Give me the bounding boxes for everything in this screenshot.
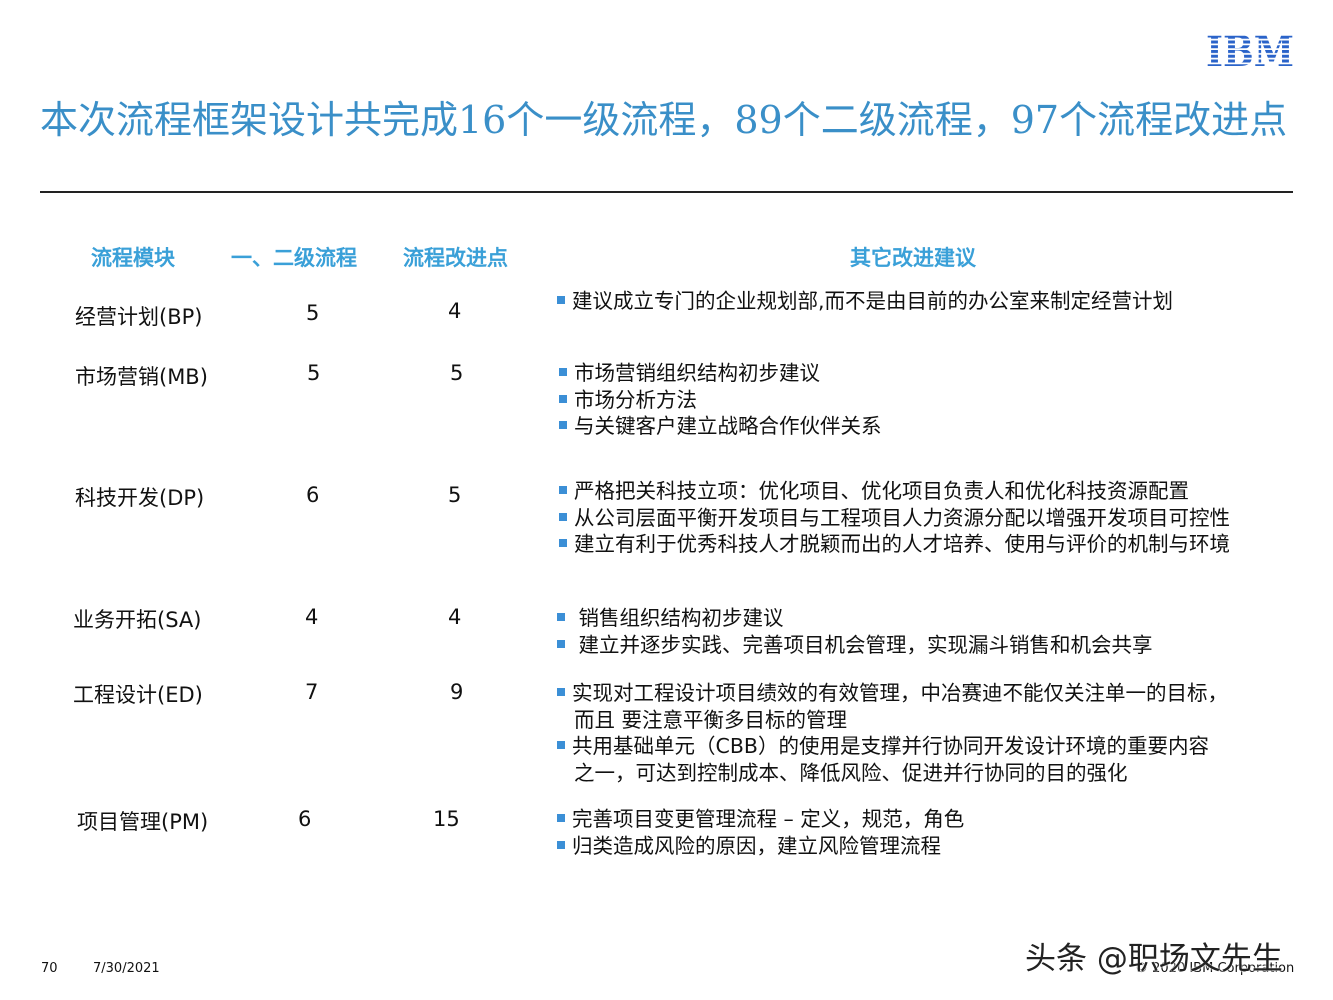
improve-count: 15 xyxy=(433,807,460,831)
suggestion-item: 共用基础单元（CBB）的使用是支撑并行协同开发设计环境的重要内容 xyxy=(557,733,1228,760)
ibm-logo: IBM xyxy=(1206,31,1294,69)
header-module: 流程模块 xyxy=(91,246,175,270)
bullet-icon xyxy=(559,394,567,403)
suggestion-list: 严格把关科技立项：优化项目、优化项目负责人和优化科技资源配置 从公司层面平衡开发… xyxy=(559,478,1230,558)
suggestion-list: 市场营销组织结构初步建议 市场分析方法 与关键客户建立战略合作伙伴关系 xyxy=(559,360,882,440)
suggestion-continuation: 而且 要注意平衡多目标的管理 xyxy=(574,707,848,732)
suggestion-item: 与关键客户建立战略合作伙伴关系 xyxy=(559,413,882,440)
level2-count: 6 xyxy=(306,483,320,507)
suggestion-list: 销售组织结构初步建议 建立并逐步实践、完善项目机会管理，实现漏斗销售和机会共享 xyxy=(557,605,1153,658)
improve-count: 4 xyxy=(448,605,462,629)
module-label: 科技开发(DP) xyxy=(75,486,205,510)
suggestion-item: 市场分析方法 xyxy=(559,387,882,414)
module-label: 项目管理(PM) xyxy=(77,810,209,834)
bullet-icon xyxy=(557,296,565,304)
suggestion-list: 建议成立专门的企业规划部,而不是由目前的办公室来制定经营计划 xyxy=(557,288,1173,315)
header-other: 其它改进建议 xyxy=(850,246,976,270)
bullet-icon xyxy=(559,368,567,376)
suggestion-item: 建立并逐步实践、完善项目机会管理，实现漏斗销售和机会共享 xyxy=(557,632,1153,659)
svg-text:IBM: IBM xyxy=(1206,31,1294,69)
level2-count: 7 xyxy=(305,680,319,704)
suggestion-item: 实现对工程设计项目绩效的有效管理，中冶赛迪不能仅关注单一的目标， xyxy=(557,680,1228,707)
suggestion-item: 建立有利于优秀科技人才脱颖而出的人才培养、使用与评价的机制与环境 xyxy=(559,531,1230,558)
level2-count: 4 xyxy=(305,605,319,629)
bullet-icon xyxy=(557,840,565,849)
bullet-icon xyxy=(559,539,567,547)
suggestion-item: 严格把关科技立项：优化项目、优化项目负责人和优化科技资源配置 xyxy=(559,478,1230,505)
suggestion-item: 从公司层面平衡开发项目与工程项目人力资源分配以增强开发项目可控性 xyxy=(559,505,1230,532)
module-label: 工程设计(ED) xyxy=(73,683,203,707)
improve-count: 5 xyxy=(450,361,464,385)
watermark: 头条 @职场文先生 xyxy=(1025,941,1283,977)
bullet-icon xyxy=(557,613,565,621)
improve-count: 5 xyxy=(448,483,462,507)
module-label: 市场营销(MB) xyxy=(75,365,208,389)
page-number: 70 xyxy=(41,961,58,976)
bullet-icon xyxy=(557,741,565,749)
bullet-icon xyxy=(559,486,567,494)
title-divider xyxy=(40,191,1293,193)
suggestion-item: 市场营销组织结构初步建议 xyxy=(559,360,882,387)
bullet-icon xyxy=(559,421,567,429)
page-title: 本次流程框架设计共完成16个一级流程，89个二级流程，97个流程改进点 xyxy=(40,98,1288,142)
suggestion-list: 实现对工程设计项目绩效的有效管理，中冶赛迪不能仅关注单一的目标， 而且 要注意平… xyxy=(557,680,1228,786)
header-improve: 流程改进点 xyxy=(403,246,508,270)
header-level2: 一、二级流程 xyxy=(231,246,357,270)
module-label: 业务开拓(SA) xyxy=(73,608,202,632)
suggestion-item: 归类造成风险的原因，建立风险管理流程 xyxy=(557,833,964,860)
bullet-icon xyxy=(557,688,565,696)
module-label: 经营计划(BP) xyxy=(75,305,203,329)
footer-date: 7/30/2021 xyxy=(93,961,160,976)
suggestion-list: 完善项目变更管理流程 – 定义，规范，角色 归类造成风险的原因，建立风险管理流程 xyxy=(557,806,964,859)
bullet-icon xyxy=(557,639,565,648)
improve-count: 4 xyxy=(448,299,462,323)
suggestion-item: 完善项目变更管理流程 – 定义，规范，角色 xyxy=(557,806,964,833)
suggestion-continuation: 之一，可达到控制成本、降低风险、促进并行协同的目的强化 xyxy=(574,760,1128,785)
improve-count: 9 xyxy=(450,680,464,704)
level2-count: 5 xyxy=(307,361,321,385)
level2-count: 6 xyxy=(298,807,312,831)
bullet-icon xyxy=(557,814,565,822)
suggestion-item: 建议成立专门的企业规划部,而不是由目前的办公室来制定经营计划 xyxy=(557,288,1173,315)
level2-count: 5 xyxy=(306,301,320,325)
bullet-icon xyxy=(559,512,567,521)
suggestion-item: 销售组织结构初步建议 xyxy=(557,605,1153,632)
